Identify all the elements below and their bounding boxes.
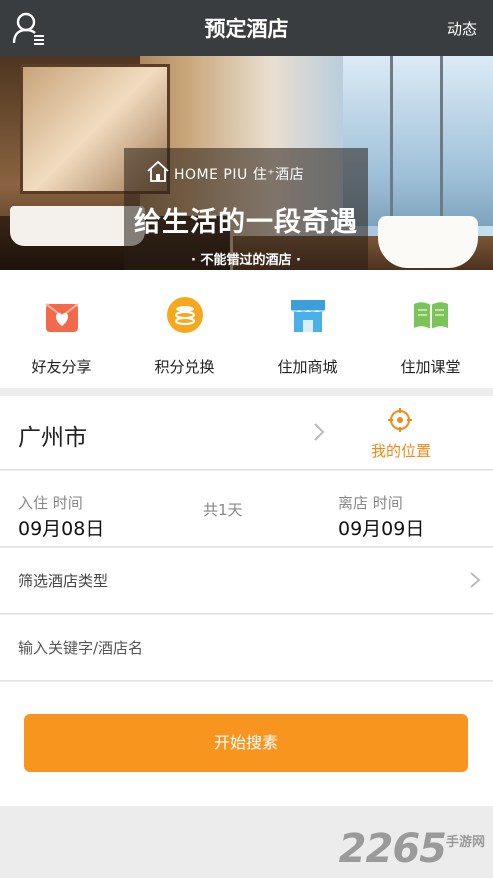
window-frame [390, 56, 393, 226]
quick-action-share[interactable]: 好友分享 [0, 270, 123, 388]
city-name: 广州市 [18, 425, 87, 451]
quick-action-label: 住加课堂 [400, 358, 461, 376]
watermark-sub: 手游网 [445, 835, 485, 850]
coins-icon [167, 297, 203, 333]
banner-overlay: HOME PIU 住⁺酒店 给生活的一段奇遇 · 不能错过的酒店 · [124, 148, 368, 270]
checkin-label: 入住 时间 [18, 494, 83, 512]
city-selector[interactable]: 广州市 我的位置 [0, 396, 493, 470]
hotel-type-filter[interactable]: 筛选酒店类型 [0, 548, 493, 614]
search-button[interactable]: 开始搜素 [24, 714, 468, 772]
house-logo-icon [147, 160, 169, 182]
watermark-text: 2265 [338, 826, 447, 872]
banner-bathtub [378, 216, 478, 268]
chevron-right-icon [314, 423, 325, 441]
quick-action-mall[interactable]: 住加商城 [246, 270, 369, 388]
quick-action-label: 积分兑换 [154, 358, 215, 376]
checkout-date[interactable]: 09月09日 [338, 514, 424, 541]
window-frame [440, 56, 443, 226]
keyword-input[interactable] [18, 637, 468, 659]
stay-duration: 共1天 [203, 501, 243, 519]
keyword-row [0, 615, 493, 681]
quick-action-label: 好友分享 [31, 358, 92, 376]
banner-subline: · 不能错过的酒店 · [191, 253, 301, 268]
banner-brand: HOME PIU 住⁺酒店 [174, 167, 305, 183]
banner-slogan: 给生活的一段奇遇 [134, 207, 358, 238]
date-selector: 入住 时间 09月08日 共1天 离店 时间 09月09日 [0, 471, 493, 547]
my-location-label: 我的位置 [370, 442, 431, 460]
quick-actions: 好友分享 积分兑换 住加商城 住加课堂 [0, 270, 493, 388]
page-title: 预定酒店 [204, 17, 289, 41]
top-bar: 预定酒店 动态 [0, 0, 493, 56]
footer: 2265手游网 [0, 806, 493, 878]
locate-icon [388, 408, 412, 432]
promo-banner[interactable]: HOME PIU 住⁺酒店 给生活的一段奇遇 · 不能错过的酒店 · [0, 56, 493, 270]
filter-label: 筛选酒店类型 [18, 572, 109, 590]
quick-action-label: 住加商城 [277, 358, 338, 376]
my-location-button[interactable]: 我的位置 [355, 406, 447, 462]
quick-action-points[interactable]: 积分兑换 [123, 270, 246, 388]
shop-icon [291, 300, 325, 332]
book-icon [414, 302, 448, 329]
search-area: 开始搜素 [0, 682, 493, 806]
feed-button[interactable]: 动态 [447, 18, 477, 39]
watermark-logo: 2265手游网 [339, 826, 485, 872]
checkin-date[interactable]: 09月08日 [18, 514, 104, 541]
quick-action-classroom[interactable]: 住加课堂 [369, 270, 492, 388]
heart-gift-icon [45, 303, 79, 332]
chevron-right-icon [470, 572, 481, 588]
checkout-label: 离店 时间 [338, 494, 403, 512]
